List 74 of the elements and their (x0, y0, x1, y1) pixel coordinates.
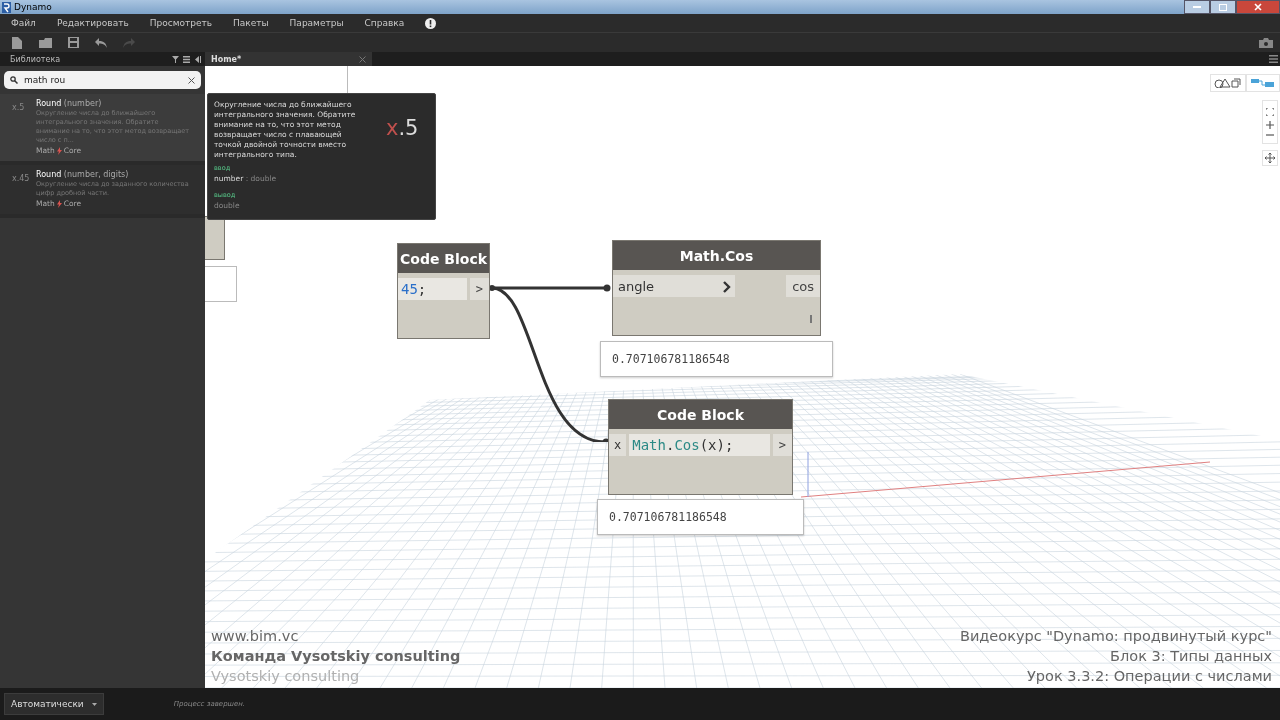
menu-item[interactable]: Просмотреть (149, 18, 212, 28)
menu-icon[interactable] (1269, 55, 1278, 63)
node-title: Code Block (398, 244, 489, 273)
caption-line: Урок 3.3.2: Операции с числами (1027, 667, 1272, 686)
caption-line: Команда Vysotskiy consulting (211, 647, 461, 666)
run-mode-dropdown[interactable]: Автоматически (4, 693, 104, 715)
filter-icon[interactable] (172, 55, 179, 63)
preview-bubble: 0.707106781186548 (600, 341, 833, 377)
output-port[interactable]: > (469, 278, 489, 300)
list-icon[interactable] (183, 55, 190, 63)
node-type-label: x.5 (12, 102, 26, 114)
chevron-icon (723, 281, 731, 293)
geometry-view-button[interactable] (1210, 74, 1246, 92)
close-button[interactable] (1236, 0, 1280, 14)
folder-icon (38, 37, 52, 48)
node-fragment (205, 216, 225, 260)
node[interactable]: Code Block 45; > (397, 243, 490, 339)
undo-icon (95, 37, 107, 48)
caption-line: www.bim.vc (211, 627, 299, 646)
maximize-icon (1219, 3, 1227, 11)
app-logo-icon (2, 1, 11, 13)
pan-button[interactable] (1262, 150, 1278, 166)
output-port[interactable]: cos (786, 275, 820, 297)
input-port[interactable]: x (609, 434, 627, 456)
workspace-tab[interactable]: Home* (205, 52, 372, 66)
node-title: Math.Cos (613, 241, 820, 270)
minimize-button[interactable] (1184, 0, 1210, 14)
graph-view-button[interactable] (1246, 74, 1280, 92)
lightning-icon (56, 146, 62, 155)
menu-item[interactable]: Файл (11, 18, 36, 28)
node-name: Round (number) (36, 99, 103, 108)
camera-icon[interactable] (1259, 37, 1273, 48)
clear-icon[interactable] (188, 76, 195, 84)
caret-icon (91, 702, 97, 706)
toolbar-button[interactable] (65, 35, 81, 50)
node-name: Round (number, digits) (36, 170, 130, 179)
alert-icon[interactable] (425, 17, 437, 29)
search-input[interactable]: math rou (24, 72, 182, 88)
menu-item[interactable]: Справка (364, 18, 405, 28)
menu-item[interactable]: Пакеты (233, 18, 269, 28)
lightning-icon (56, 199, 62, 208)
new-file-icon (12, 36, 22, 49)
shapes-icon (1214, 78, 1242, 88)
caption-line: Блок 3: Типы данных (1110, 647, 1272, 666)
preview-bubble: 0.707106781186548 (597, 499, 804, 535)
output-port[interactable]: > (772, 434, 792, 456)
toolbar-button[interactable] (37, 35, 53, 50)
node-type-label: x.45 (12, 173, 30, 185)
redo-icon (123, 37, 135, 48)
node-type-label: x.5 (386, 116, 419, 142)
move-icon (1265, 153, 1275, 163)
maximize-button[interactable] (1210, 0, 1236, 14)
save-icon (67, 37, 79, 48)
fit-icon (1266, 108, 1274, 116)
menu-item[interactable]: Редактировать (56, 18, 129, 28)
fit-view-button[interactable] (1262, 100, 1278, 144)
zoom-in-icon (1266, 121, 1274, 129)
input-port[interactable]: angle (613, 275, 735, 297)
library-title: Библиотека (10, 54, 61, 64)
graph-icon (1251, 78, 1275, 88)
search-field[interactable]: math rou (4, 71, 201, 89)
node[interactable]: Math.Cos angle cos (612, 240, 821, 336)
caption-line: Vysotskiy consulting (211, 667, 360, 686)
node[interactable]: Code Block x Math.Cos(x); > (608, 399, 793, 495)
search-icon (10, 76, 18, 84)
close-icon (1254, 3, 1262, 11)
menu-item[interactable]: Параметры (289, 18, 344, 28)
collapse-icon[interactable] (194, 55, 201, 63)
close-icon[interactable] (359, 55, 366, 63)
window-title: Dynamo (14, 2, 52, 12)
caption-line: Видеокурс "Dynamo: продвинутый курс" (959, 627, 1272, 646)
toolbar-button[interactable] (9, 35, 25, 50)
node-title: Code Block (609, 400, 792, 429)
minimize-icon (1193, 5, 1201, 9)
